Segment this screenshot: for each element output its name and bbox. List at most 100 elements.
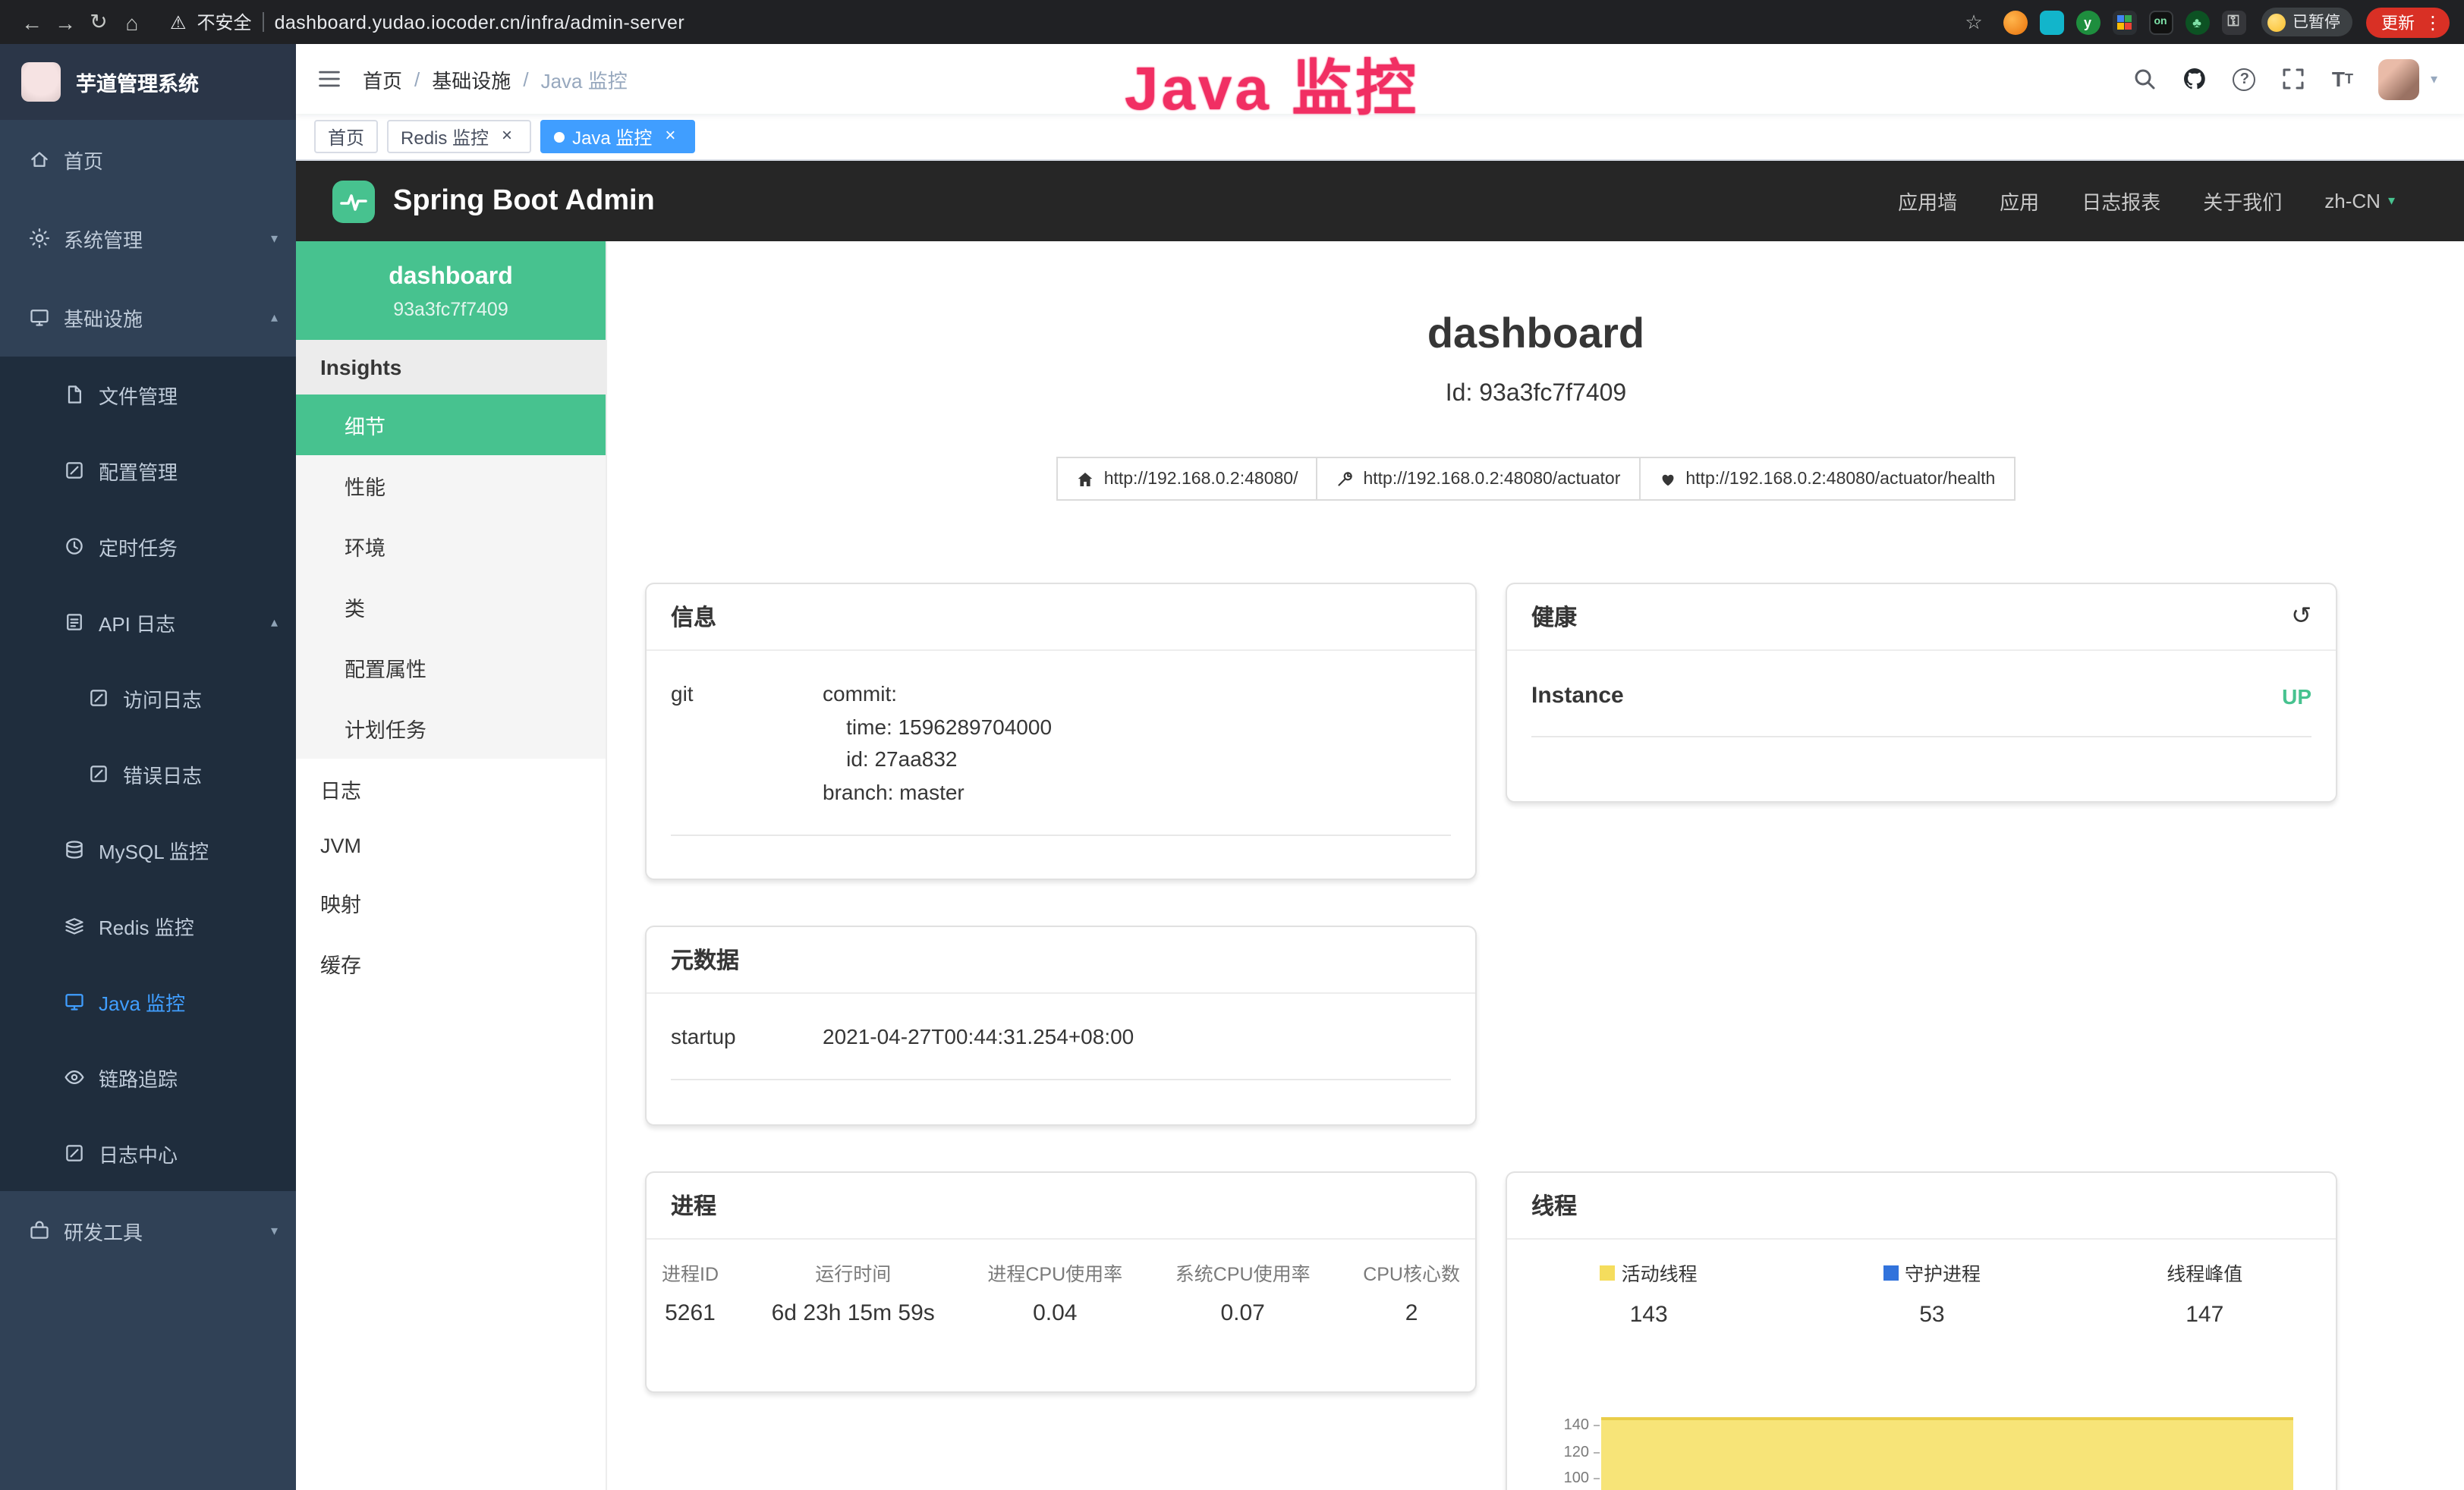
back-icon[interactable]: ←	[15, 10, 49, 34]
sidebar-item-home[interactable]: 首页	[0, 120, 296, 199]
sidebar-item-mysql-monitor[interactable]: MySQL 监控	[0, 812, 296, 888]
legend-live-threads: 活动线程 143	[1600, 1258, 1698, 1328]
forward-icon[interactable]: →	[49, 10, 82, 34]
sba-item-jvm[interactable]: JVM	[296, 819, 606, 872]
sidebar-fold-icon[interactable]	[317, 67, 341, 91]
breadcrumb-separator: /	[414, 68, 420, 90]
extension-icon-leaf[interactable]: ♣	[2185, 10, 2209, 34]
extension-icon-4[interactable]	[2112, 10, 2136, 34]
address-bar[interactable]: ⚠ 不安全 dashboard.yudao.iocoder.cn/infra/a…	[170, 9, 684, 35]
sidebar-item-dev-tools[interactable]: 研发工具 ▾	[0, 1191, 296, 1270]
column-header: 系统CPU使用率	[1175, 1258, 1311, 1287]
legend-value: 53	[1883, 1302, 1981, 1328]
instance-link-actuator[interactable]: http://192.168.0.2:48080/actuator	[1316, 457, 1640, 501]
legend-swatch-yellow	[1600, 1265, 1616, 1280]
sba-item-mappings[interactable]: 映射	[296, 872, 606, 933]
extensions-puzzle-icon[interactable]: ⚿	[2221, 10, 2245, 34]
sba-item-performance[interactable]: 性能	[296, 455, 606, 516]
help-icon[interactable]: ?	[2233, 68, 2256, 90]
sba-item-caches[interactable]: 缓存	[296, 933, 606, 994]
sidebar-item-file-manage[interactable]: 文件管理	[0, 357, 296, 432]
spring-boot-admin-logo	[332, 180, 375, 222]
sba-nav-wallboard[interactable]: 应用墙	[1898, 187, 1957, 215]
legend-value: 147	[2167, 1302, 2242, 1328]
extension-icon-on[interactable]: on	[2148, 10, 2173, 34]
breadcrumb: 首页 / 基础设施 / Java 监控	[363, 64, 628, 93]
sba-sidebar: dashboard 93a3fc7f7409 Insights 细节 性能 环境…	[296, 241, 607, 1490]
instance-link-root[interactable]: http://192.168.0.2:48080/	[1057, 457, 1318, 501]
font-size-icon[interactable]: TT	[2332, 67, 2353, 91]
avatar[interactable]	[2379, 58, 2420, 99]
sba-item-environment[interactable]: 环境	[296, 516, 606, 577]
gear-icon	[29, 228, 50, 249]
link-label: http://192.168.0.2:48080/actuator	[1363, 470, 1620, 488]
sba-nav-applications[interactable]: 应用	[2000, 187, 2039, 215]
y-tick: 140	[1550, 1413, 1601, 1439]
card-threads: 线程 活动线程 143 守护进程 53	[1506, 1171, 2337, 1490]
instance-link-health[interactable]: http://192.168.0.2:48080/actuator/health	[1638, 457, 2015, 501]
logo-image	[21, 62, 61, 102]
extension-icon-2[interactable]	[2039, 10, 2063, 34]
sba-item-scheduled-tasks[interactable]: 计划任务	[296, 698, 606, 759]
instance-header[interactable]: dashboard 93a3fc7f7409	[296, 241, 606, 340]
browser-update-button[interactable]: 更新 ⋮	[2366, 7, 2450, 37]
sba-nav-about[interactable]: 关于我们	[2203, 187, 2282, 215]
chevron-up-icon: ▴	[271, 614, 278, 630]
close-icon[interactable]: ×	[496, 126, 518, 147]
sba-item-classes[interactable]: 类	[296, 577, 606, 637]
sidebar-item-log-center[interactable]: 日志中心	[0, 1115, 296, 1191]
history-icon[interactable]: ↺	[2291, 605, 2311, 629]
home-icon	[1077, 470, 1095, 488]
tag-java-monitor[interactable]: Java 监控 ×	[540, 120, 694, 153]
security-label[interactable]: 不安全	[197, 9, 252, 35]
sidebar-item-infra[interactable]: 基础设施 ▴	[0, 278, 296, 357]
sidebar-item-system[interactable]: 系统管理 ▾	[0, 199, 296, 278]
bookmark-star-icon[interactable]: ☆	[1957, 10, 1990, 34]
tag-redis-monitor[interactable]: Redis 监控 ×	[387, 120, 531, 153]
search-icon[interactable]	[2133, 67, 2157, 91]
chevron-down-icon: ▾	[271, 1222, 278, 1239]
sidebar-item-config-manage[interactable]: 配置管理	[0, 432, 296, 508]
sba-item-config-props[interactable]: 配置属性	[296, 637, 606, 698]
breadcrumb-infra[interactable]: 基础设施	[432, 64, 511, 93]
app-title: 芋道管理系统	[76, 67, 199, 97]
profile-paused-chip[interactable]: 已暂停	[2261, 8, 2352, 36]
eye-icon	[64, 1067, 85, 1088]
breadcrumb-home[interactable]: 首页	[363, 64, 402, 93]
reload-icon[interactable]: ↻	[82, 9, 115, 35]
tag-home[interactable]: 首页	[314, 120, 378, 153]
sidebar-item-api-log[interactable]: API 日志 ▴	[0, 584, 296, 660]
sba-item-details[interactable]: 细节	[296, 395, 606, 455]
heart-icon	[1658, 470, 1676, 488]
sidebar-item-java-monitor[interactable]: Java 监控	[0, 963, 296, 1039]
sba-language-select[interactable]: zh-CN ▾	[2324, 190, 2395, 212]
sidebar-item-error-log[interactable]: 错误日志	[0, 736, 296, 812]
fullscreen-icon[interactable]	[2282, 67, 2306, 91]
y-tick: 120	[1550, 1439, 1601, 1466]
close-icon[interactable]: ×	[659, 126, 681, 147]
info-row-git: git commit: time: 1596289704000 id: 27aa…	[671, 657, 1451, 836]
app-shell: 芋道管理系统 首页 系统管理 ▾ 基础设施 ▴ 文件管理	[0, 44, 2464, 1490]
sidebar-item-redis-monitor[interactable]: Redis 监控	[0, 888, 296, 963]
sba-brand[interactable]: Spring Boot Admin	[393, 184, 655, 218]
sidebar-item-label: 错误日志	[123, 759, 278, 788]
url-text[interactable]: dashboard.yudao.iocoder.cn/infra/admin-s…	[275, 11, 685, 33]
home-icon[interactable]: ⌂	[115, 10, 149, 34]
sidebar-item-access-log[interactable]: 访问日志	[0, 660, 296, 736]
sidebar-item-scheduled-jobs[interactable]: 定时任务	[0, 508, 296, 584]
sba-nav-journal[interactable]: 日志报表	[2082, 187, 2160, 215]
extension-icon-1[interactable]	[2003, 10, 2027, 34]
tag-label: 首页	[328, 124, 364, 149]
cell-value: 2	[1363, 1300, 1460, 1326]
sidebar-item-trace[interactable]: 链路追踪	[0, 1039, 296, 1115]
browser-toolbar: ← → ↻ ⌂ ⚠ 不安全 dashboard.yudao.iocoder.cn…	[0, 0, 2464, 44]
sba-item-logs[interactable]: 日志	[296, 759, 606, 819]
github-icon[interactable]	[2183, 67, 2208, 91]
app-logo[interactable]: 芋道管理系统	[0, 44, 296, 120]
header-actions: ? TT ▾	[2133, 58, 2437, 99]
live-threads-area	[1601, 1417, 2293, 1490]
sidebar-item-label: Java 监控	[99, 987, 278, 1016]
sidebar-item-label: 访问日志	[123, 684, 278, 712]
sidebar-item-label: 首页	[64, 145, 278, 174]
extension-icon-3[interactable]: y	[2075, 10, 2100, 34]
